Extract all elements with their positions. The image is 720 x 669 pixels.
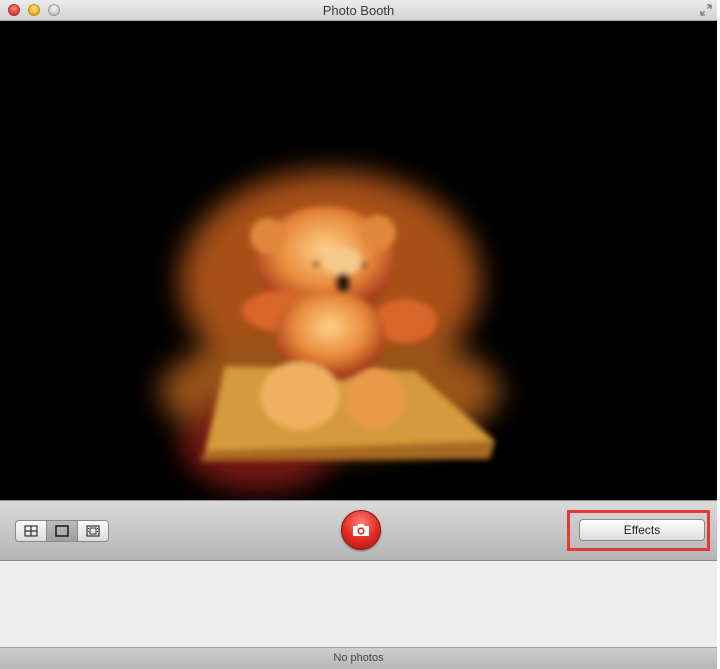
- single-photo-view-button[interactable]: [47, 521, 78, 541]
- window-title: Photo Booth: [322, 3, 395, 18]
- title-bar: Photo Booth: [0, 0, 717, 21]
- camera-preview: [0, 21, 717, 500]
- camera-feed-image: [0, 21, 717, 500]
- film-strip-icon: [86, 525, 100, 537]
- photo-booth-window: Photo Booth Effects No photos: [0, 0, 717, 669]
- grid-2x2-icon: [24, 525, 38, 537]
- four-up-view-button[interactable]: [16, 521, 47, 541]
- single-frame-icon: [55, 525, 69, 537]
- fullscreen-icon[interactable]: [699, 3, 713, 17]
- effects-button[interactable]: Effects: [579, 519, 705, 541]
- toolbar: Effects: [0, 500, 717, 561]
- video-view-button[interactable]: [78, 521, 108, 541]
- status-text: No photos: [333, 652, 384, 664]
- take-photo-button[interactable]: [341, 510, 381, 550]
- camera-icon: [353, 524, 369, 536]
- status-bar: No photos: [0, 647, 717, 669]
- view-mode-selector: [15, 520, 109, 542]
- photo-strip: [0, 561, 717, 647]
